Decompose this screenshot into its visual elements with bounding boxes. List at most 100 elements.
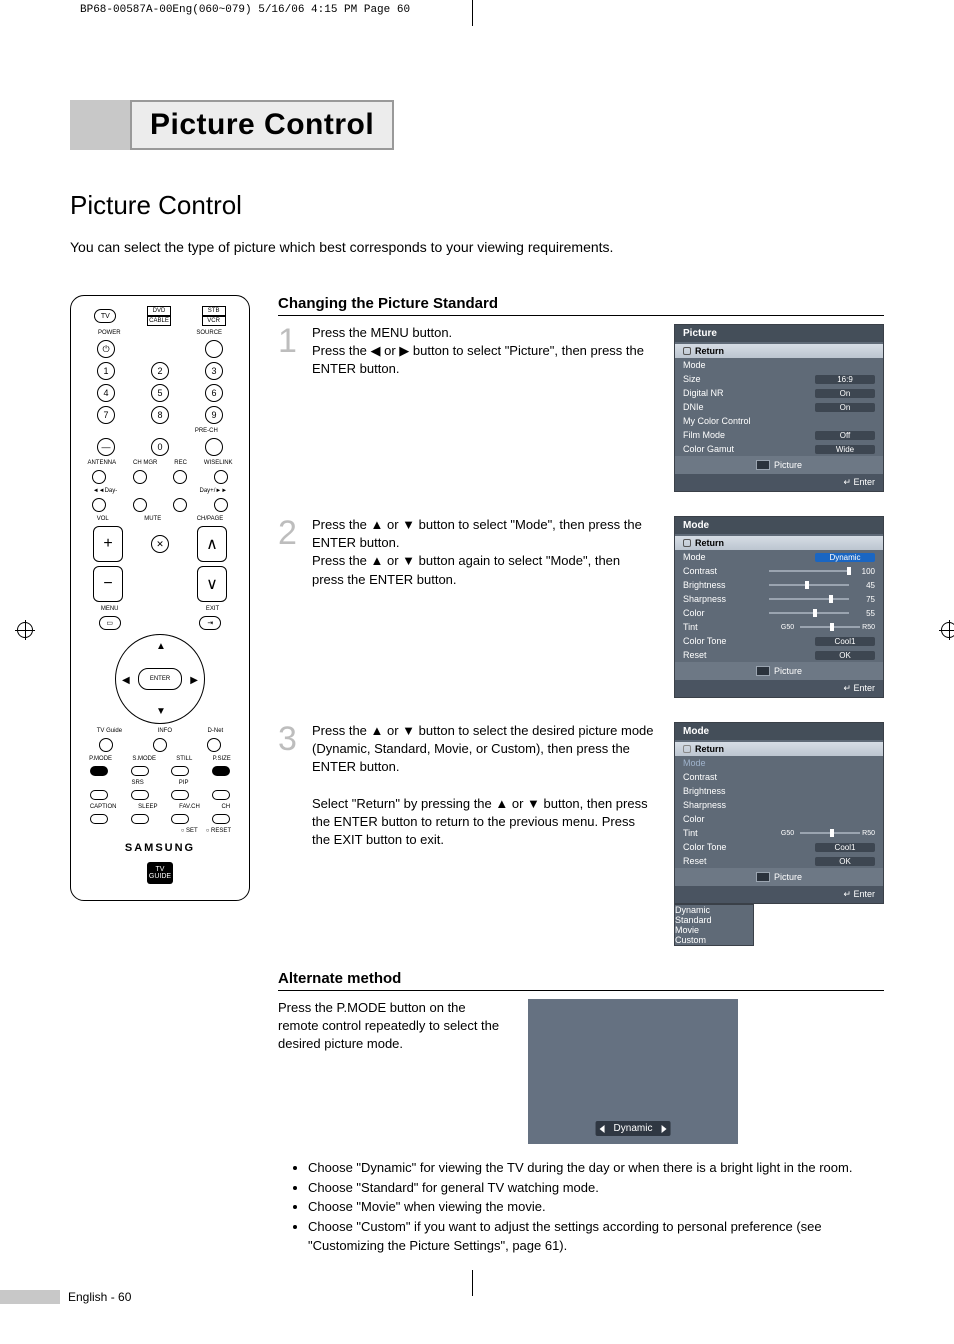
remote-info-label: INFO xyxy=(158,728,172,734)
remote-dnet-button xyxy=(207,738,221,752)
remote-sleep-label: SLEEP xyxy=(138,804,157,810)
remote-rec-button xyxy=(173,470,187,484)
remote-tvguide-button xyxy=(99,738,113,752)
remote-prech-label: PRE-CH xyxy=(195,428,218,434)
remote-cable-chip: CABLE xyxy=(147,316,171,326)
section-changing-standard: Changing the Picture Standard xyxy=(278,295,884,316)
osd2-row-color: Color55 xyxy=(675,606,883,620)
remote-exit-button: ⇥ xyxy=(199,616,221,630)
osd3-row-colortone: Color ToneCool1 xyxy=(675,840,883,854)
remote-stb-chip: STB xyxy=(202,306,226,316)
remote-ff-button xyxy=(214,498,228,512)
osd-mode-popup-menu: Mode Return Mode Contrast Brightness Sha… xyxy=(674,722,884,904)
dpad-left-icon: ◀ xyxy=(122,675,130,686)
remote-blank1-button xyxy=(90,790,108,800)
remote-srs-label: SRS xyxy=(131,780,143,786)
osd1-footer: Picture xyxy=(675,456,883,474)
step-2-text: Press the ▲ or ▼ button to select "Mode"… xyxy=(312,516,662,698)
remote-num-0: 0 xyxy=(151,438,169,456)
osd3-row-sharpness: Sharpness xyxy=(675,798,883,812)
osd1-row-mycolor: My Color Control xyxy=(675,414,883,428)
remote-num-2: 2 xyxy=(151,362,169,380)
osd3-row-color: Color xyxy=(675,812,883,826)
remote-wiselink-label: WISELINK xyxy=(204,460,233,466)
alternate-method-text: Press the P.MODE button on the remote co… xyxy=(278,999,508,1054)
osd3-mode-popup: Dynamic Standard Movie Custom xyxy=(674,904,754,946)
osd2-row-mode: ModeDynamic xyxy=(675,550,883,564)
osd1-row-size: Size16:9 xyxy=(675,372,883,386)
osd3-popup-standard: Standard xyxy=(675,915,753,925)
step-1-text: Press the MENU button. Press the ◀ or ▶ … xyxy=(312,324,662,492)
osd1-row-dnie: DNIeOn xyxy=(675,400,883,414)
remote-tv-button: TV xyxy=(94,309,116,323)
remote-tvguide-logo: TV GUIDE xyxy=(147,862,173,884)
bullet-dynamic: Choose "Dynamic" for viewing the TV duri… xyxy=(308,1158,884,1178)
osd3-row-tint: TintG50R50 xyxy=(675,826,883,840)
osd2-row-reset: ResetOK xyxy=(675,648,883,662)
remote-num-5: 5 xyxy=(151,384,169,402)
remote-num-9: 9 xyxy=(205,406,223,424)
remote-chmgr-button xyxy=(133,470,147,484)
osd3-popup-movie: Movie xyxy=(675,925,753,935)
remote-info-button xyxy=(153,738,167,752)
footer-greytab xyxy=(0,1290,60,1304)
remote-mute-button: ✕ xyxy=(151,535,169,553)
remote-ch-down: ∨ xyxy=(197,566,227,602)
remote-dnet-label: D-Net xyxy=(208,728,224,734)
osd1-enter: Enter xyxy=(675,474,883,491)
remote-vol-up: + xyxy=(93,526,123,562)
title-banner: Picture Control xyxy=(70,100,884,150)
osd3-footer: Picture xyxy=(675,868,883,886)
remote-num-6: 6 xyxy=(205,384,223,402)
remote-chlist-button xyxy=(212,814,230,824)
step-3-number: 3 xyxy=(278,722,300,946)
dynamic-label: Dynamic xyxy=(596,1121,671,1136)
bullet-custom: Choose "Custom" if you want to adjust th… xyxy=(308,1217,884,1256)
remote-num-3: 3 xyxy=(205,362,223,380)
remote-num-7: 7 xyxy=(97,406,115,424)
banner-title: Picture Control xyxy=(130,100,394,150)
remote-ch-label: CH xyxy=(221,804,230,810)
dpad-up-icon: ▲ xyxy=(156,641,166,652)
osd2-row-brightness: Brightness45 xyxy=(675,578,883,592)
remote-still-button xyxy=(171,766,189,776)
remote-psize-label: P.SIZE xyxy=(213,756,231,762)
osd3-row-brightness: Brightness xyxy=(675,784,883,798)
remote-rec-label: REC xyxy=(174,460,187,466)
remote-control-diagram: TV DVDCABLE STBVCR POWERSOURCE ⏻ 123 456… xyxy=(70,295,250,901)
remote-power-label: POWER xyxy=(98,330,121,336)
osd-picture-menu: Picture Return Mode Size16:9 Digital NRO… xyxy=(674,324,884,492)
picture-icon xyxy=(756,872,770,882)
section-alternate-method: Alternate method xyxy=(278,970,884,991)
osd2-footer: Picture xyxy=(675,662,883,680)
step-3-text: Press the ▲ or ▼ button to select the de… xyxy=(312,722,662,946)
osd1-row-digitalnr: Digital NROn xyxy=(675,386,883,400)
step-3-text-a: Press the ▲ or ▼ button to select the de… xyxy=(312,722,654,777)
osd3-title: Mode xyxy=(675,723,883,740)
remote-still-label: STILL xyxy=(176,756,192,762)
remote-caption-label: CAPTION xyxy=(90,804,117,810)
bullet-standard: Choose "Standard" for general TV watchin… xyxy=(308,1178,884,1198)
osd1-row-colorgamut: Color GamutWide xyxy=(675,442,883,456)
remote-caption-button xyxy=(90,814,108,824)
remote-set-label: ○ SET xyxy=(181,828,198,834)
remote-vol-down: − xyxy=(93,566,123,602)
remote-reset-label: ○ RESET xyxy=(206,828,231,834)
remote-exit-label: EXIT xyxy=(206,606,219,612)
remote-vcr-chip: VCR xyxy=(202,316,226,326)
remote-wiselink-button xyxy=(214,470,228,484)
osd1-row-mode: Mode xyxy=(675,358,883,372)
osd3-popup-dynamic: Dynamic xyxy=(675,905,753,915)
remote-source-label: SOURCE xyxy=(196,330,222,336)
osd2-row-sharpness: Sharpness75 xyxy=(675,592,883,606)
osd3-enter: Enter xyxy=(675,886,883,903)
osd2-row-tint: TintG50R50 xyxy=(675,620,883,634)
remote-ch-up: ∧ xyxy=(197,526,227,562)
remote-num-4: 4 xyxy=(97,384,115,402)
osd3-row-contrast: Contrast xyxy=(675,770,883,784)
osd2-title: Mode xyxy=(675,517,883,534)
remote-pmode-label: P.MODE xyxy=(89,756,112,762)
remote-srs-button xyxy=(131,790,149,800)
remote-power-button: ⏻ xyxy=(97,340,115,358)
remote-menu-button: ▭ xyxy=(99,616,121,630)
